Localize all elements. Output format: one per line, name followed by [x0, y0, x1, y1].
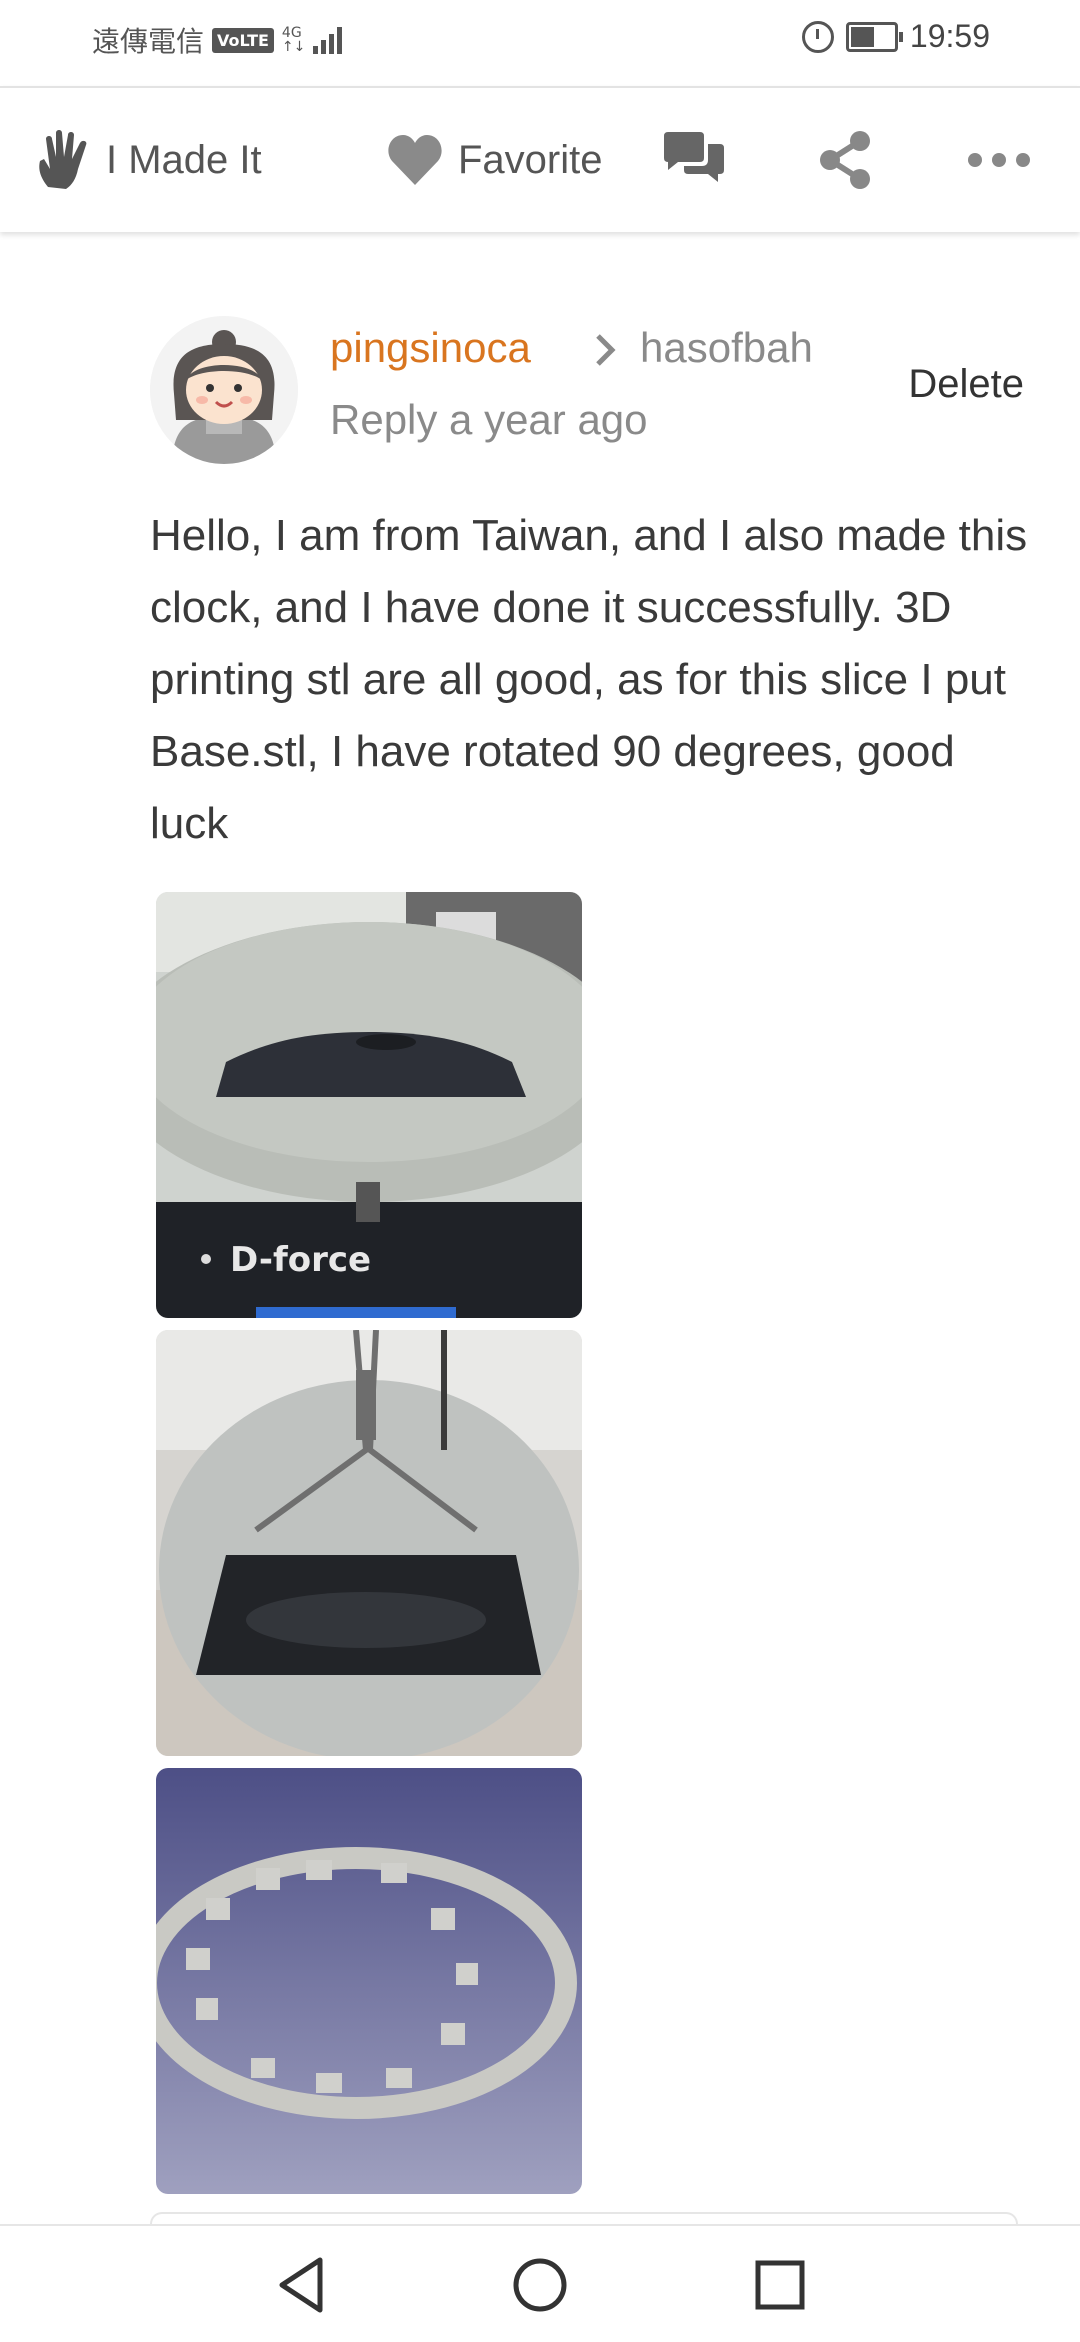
delete-button[interactable]: Delete	[908, 362, 1024, 407]
printed-base-image	[156, 1330, 582, 1756]
avatar[interactable]	[150, 316, 298, 464]
photo-overlay-text: D-force	[230, 1240, 372, 1280]
comment-photo-1[interactable]: D-force	[156, 892, 582, 1318]
network-type: 4G ↑↓	[282, 26, 305, 54]
share-button[interactable]	[818, 88, 872, 232]
status-right: 19:59	[801, 18, 990, 55]
share-icon	[820, 131, 870, 189]
status-left: 遠傳電信 VoLTE 4G ↑↓	[92, 20, 343, 60]
comment-photo-2[interactable]	[156, 1330, 582, 1756]
comments-icon	[664, 132, 724, 182]
navigation-bar	[0, 2224, 1080, 2342]
comments-button[interactable]	[662, 88, 726, 232]
back-icon[interactable]	[268, 2250, 338, 2320]
battery-level	[850, 26, 875, 47]
signal-icon	[313, 26, 343, 54]
clock-render-image	[156, 1768, 582, 2194]
network-arrows: ↑↓	[281, 39, 306, 55]
comment-photo-3[interactable]	[156, 1768, 582, 2194]
volte-badge: VoLTE	[212, 27, 274, 53]
favorite-button[interactable]: Favorite	[386, 88, 603, 232]
hand-icon	[39, 130, 87, 189]
network-label: 4G	[281, 25, 302, 41]
comment-author-link[interactable]: pingsinoca	[330, 324, 531, 372]
avatar-illustration	[150, 316, 298, 464]
status-time: 19:59	[909, 18, 990, 54]
recent-apps-icon[interactable]	[745, 2250, 815, 2320]
chevron-right-icon	[596, 334, 616, 366]
i-made-it-label: I Made It	[106, 137, 262, 182]
action-bar: I Made It Favorite	[0, 86, 1080, 232]
i-made-it-button[interactable]: I Made It	[34, 88, 262, 232]
favorite-label: Favorite	[458, 137, 603, 182]
heart-icon	[388, 135, 442, 185]
battery-icon	[845, 21, 903, 52]
alarm-icon	[801, 20, 834, 53]
reply-to-user-link[interactable]: hasofbah	[640, 324, 813, 372]
comment-meta: Reply a year ago	[330, 396, 648, 443]
carrier-label: 遠傳電信	[92, 25, 205, 58]
more-options-button[interactable]	[968, 88, 1030, 232]
more-icon	[968, 153, 1030, 167]
comment-text: Hello, I am from Taiwan, and I also made…	[150, 511, 1028, 848]
status-bar: 遠傳電信 VoLTE 4G ↑↓ 19:59	[0, 0, 1080, 86]
home-icon[interactable]	[505, 2250, 575, 2320]
